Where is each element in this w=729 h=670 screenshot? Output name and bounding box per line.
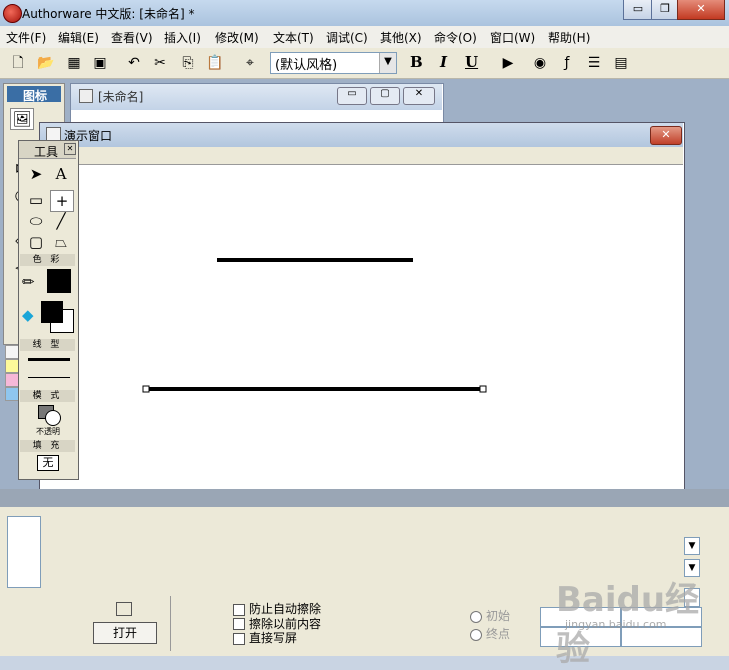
open-file-icon[interactable]: 📂	[36, 53, 56, 73]
diagonal-line-tool-icon[interactable]: ╱	[50, 211, 72, 231]
pointer-tool-icon[interactable]: ➤	[25, 164, 47, 184]
fill-value[interactable]: 无	[37, 455, 59, 471]
close-button[interactable]: ✕	[677, 0, 725, 20]
bold-button[interactable]: B	[410, 53, 423, 71]
menu-view[interactable]: 查看(V)	[111, 29, 153, 46]
control-panel-icon[interactable]: ◉	[530, 53, 550, 73]
color-section-label: 色 彩	[20, 254, 75, 266]
erase-previous-checkbox[interactable]	[233, 618, 245, 630]
cut-icon[interactable]: ✂	[150, 53, 170, 73]
initial-radio[interactable]	[470, 611, 482, 623]
line-tool-icon[interactable]: +	[50, 190, 74, 212]
end-radio-label: 终点	[486, 627, 511, 641]
import-icon[interactable]: ▣	[90, 53, 110, 73]
preview-box	[7, 516, 41, 588]
prevent-auto-erase-checkbox[interactable]	[233, 604, 245, 616]
panel-divider	[170, 596, 171, 651]
rectangle-tool-icon[interactable]: ▭	[25, 190, 47, 210]
flowline-minimize-button[interactable]: ▭	[337, 87, 367, 105]
open-button[interactable]: 打开	[93, 622, 157, 644]
minimize-button[interactable]: ▭	[623, 0, 653, 20]
mode-value: 不透明	[36, 427, 60, 436]
paste-icon[interactable]: 📋	[205, 53, 225, 73]
ellipse-tool-icon[interactable]: ⬭	[25, 211, 47, 231]
line-style-thick[interactable]	[28, 358, 70, 361]
layer-dropdown-chevron-icon[interactable]: ▼	[684, 537, 700, 555]
pencil-color-icon[interactable]: ✏	[22, 273, 35, 291]
save-all-icon[interactable]: ▦	[64, 53, 84, 73]
initial-radio-label: 初始	[486, 609, 511, 623]
foreground-color-swatch[interactable]	[41, 301, 63, 323]
flowline-close-button[interactable]: ✕	[403, 87, 435, 105]
text-tool-icon[interactable]: A	[50, 164, 72, 184]
presentation-window-titlebar: 演示窗口	[40, 123, 683, 147]
menu-other[interactable]: 其他(X)	[380, 29, 422, 46]
presentation-menu-strip	[40, 147, 683, 165]
mode-preview-circle[interactable]	[45, 410, 61, 426]
knowledge-objects-icon[interactable]: ▤	[611, 53, 631, 73]
fill-section-label: 填 充	[20, 440, 75, 452]
menu-window[interactable]: 窗口(W)	[490, 29, 535, 46]
line-section-label: 线 型	[20, 339, 75, 351]
presentation-close-button[interactable]: ✕	[650, 126, 682, 145]
menu-file[interactable]: 文件(F)	[6, 29, 46, 46]
rounded-rect-tool-icon[interactable]: ▢	[25, 232, 47, 252]
flowline-window-titlebar: [未命名] ▭ ▢ ✕	[71, 84, 442, 110]
menu-modify[interactable]: 修改(M)	[215, 29, 259, 46]
menu-text[interactable]: 文本(T)	[273, 29, 314, 46]
variables-icon[interactable]: ☰	[584, 53, 604, 73]
preview-small-icon	[116, 602, 132, 616]
mode-section-label: 模 式	[20, 390, 75, 402]
chevron-down-icon[interactable]: ▼	[379, 53, 396, 73]
direct-to-screen-label: 直接写屏	[249, 631, 298, 645]
properties-panel-titlebar	[0, 489, 729, 507]
selection-handle-left[interactable]	[142, 385, 150, 393]
end-radio[interactable]	[470, 629, 482, 641]
flowline-window-icon	[79, 89, 93, 103]
style-select-value: (默认风格)	[275, 58, 338, 73]
new-file-icon[interactable]: 🗋	[8, 53, 28, 73]
run-icon[interactable]: ▶	[498, 53, 518, 73]
copy-icon[interactable]: ⎘	[178, 53, 198, 73]
italic-button[interactable]: I	[440, 53, 447, 71]
find-icon[interactable]: ⌖	[240, 53, 260, 73]
icon-palette-title: 图标	[7, 86, 61, 103]
underline-button[interactable]: U	[465, 53, 478, 71]
app-title: Authorware 中文版: [未命名] *	[22, 7, 195, 21]
line-color-swatch[interactable]	[47, 269, 71, 293]
functions-icon[interactable]: ƒ	[557, 53, 577, 73]
tools-palette-titlebar: 工具 ✕	[19, 141, 76, 159]
watermark-url: jingyan.baidu.com	[565, 618, 667, 631]
flowline-maximize-button[interactable]: ▢	[370, 87, 400, 105]
menu-debug[interactable]: 调试(C)	[326, 29, 368, 46]
authorware-app-icon	[3, 4, 22, 23]
undo-icon[interactable]: ↶	[124, 53, 144, 73]
menu-help[interactable]: 帮助(H)	[548, 29, 590, 46]
maximize-button[interactable]: ❐	[651, 0, 679, 20]
flowline-window-title: [未命名]	[98, 90, 144, 104]
display-icon[interactable]: 🖼	[10, 108, 34, 130]
selection-handle-right[interactable]	[479, 385, 487, 393]
tools-close-icon[interactable]: ✕	[64, 143, 76, 155]
fill-bucket-icon[interactable]: ◆	[22, 306, 34, 324]
menu-insert[interactable]: 插入(I)	[164, 29, 201, 46]
menu-command[interactable]: 命令(O)	[434, 29, 477, 46]
line-style-thin[interactable]	[28, 377, 70, 378]
direct-to-screen-checkbox[interactable]	[233, 633, 245, 645]
icon-palette-title-text: 图标	[23, 89, 48, 103]
menu-edit[interactable]: 编辑(E)	[58, 29, 99, 46]
tools-palette-title: 工具	[34, 145, 59, 159]
style-select[interactable]: (默认风格) ▼	[270, 52, 397, 74]
polygon-tool-icon[interactable]: ⏢	[50, 232, 72, 252]
